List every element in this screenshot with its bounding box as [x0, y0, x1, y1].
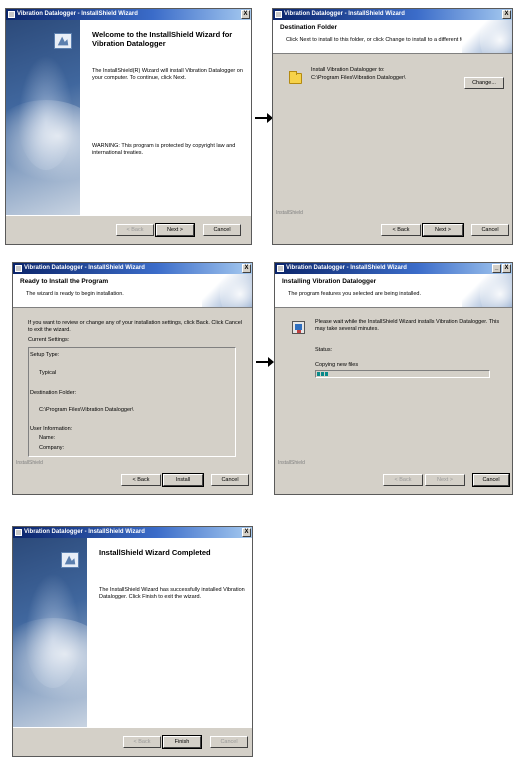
- close-button[interactable]: X: [502, 10, 511, 19]
- folder-icon: [289, 71, 302, 84]
- setup-type-value: Typical: [39, 370, 57, 376]
- button-bar: < Back Install Cancel: [13, 466, 252, 494]
- installer-app-icon: [15, 529, 22, 536]
- company-label: Company:: [39, 445, 65, 451]
- installing-dialog: Vibration Datalogger - InstallShield Wiz…: [274, 262, 513, 495]
- copyright-warning: WARNING: This program is protected by co…: [92, 143, 236, 156]
- back-button[interactable]: < Back: [116, 224, 154, 236]
- header-banner-image: [462, 274, 512, 307]
- installer-app-icon: [275, 11, 282, 18]
- completed-body: The InstallShield Wizard has successfull…: [99, 587, 245, 600]
- ready-body: If you want to review or change any of y…: [28, 320, 242, 333]
- title-bar[interactable]: Vibration Datalogger - InstallShield Wiz…: [13, 527, 252, 538]
- install-path: C:\Program Files\Vibration Datalogger\: [311, 75, 406, 81]
- settings-summary: Setup Type: Typical Destination Folder: …: [28, 347, 236, 457]
- next-button[interactable]: Next >: [155, 223, 195, 237]
- installer-app-icon: [15, 265, 22, 272]
- installing-body: Please wait while the InstallShield Wiza…: [315, 319, 500, 332]
- progress-segment: [317, 372, 320, 376]
- name-label: Name:: [39, 435, 56, 441]
- header-subtitle: Click Next to install to this folder, or…: [286, 37, 475, 43]
- title-bar[interactable]: Vibration Datalogger - InstallShield Wiz…: [6, 9, 251, 20]
- status-value: Copying new files: [315, 362, 359, 368]
- installer-computer-icon: [292, 321, 305, 334]
- close-button[interactable]: X: [242, 528, 251, 537]
- button-bar: < Back Next > Cancel: [6, 215, 251, 244]
- installshield-logo-icon: [61, 552, 79, 568]
- welcome-dialog: Vibration Datalogger - InstallShield Wiz…: [5, 8, 252, 245]
- cancel-button[interactable]: Cancel: [471, 224, 509, 236]
- ready-to-install-dialog: Vibration Datalogger - InstallShield Wiz…: [12, 262, 253, 495]
- flow-arrow-icon: [255, 113, 273, 123]
- title-bar[interactable]: Vibration Datalogger - InstallShield Wiz…: [13, 263, 252, 274]
- title-bar[interactable]: Vibration Datalogger - InstallShield Wiz…: [275, 263, 512, 274]
- flow-arrow-icon: [256, 357, 274, 367]
- user-information-label: User Information:: [30, 426, 73, 432]
- header-subtitle: The program features you selected are be…: [288, 291, 421, 297]
- button-bar: < Back Next > Cancel: [273, 216, 512, 244]
- header-title: Destination Folder: [280, 24, 338, 31]
- button-bar: < Back Finish Cancel: [13, 727, 252, 756]
- close-button[interactable]: X: [242, 264, 251, 273]
- welcome-title: Welcome to the InstallShield Wizard for …: [92, 30, 233, 48]
- install-progress-bar: [315, 370, 490, 378]
- header-subtitle: The wizard is ready to begin installatio…: [26, 291, 124, 297]
- cancel-button[interactable]: Cancel: [203, 224, 241, 236]
- content-panel: Welcome to the InstallShield Wizard for …: [54, 20, 251, 216]
- header-title: Ready to Install the Program: [20, 278, 109, 285]
- minimize-button[interactable]: _: [492, 264, 501, 273]
- header-banner-image: [202, 274, 252, 307]
- destination-folder-label: Destination Folder:: [30, 390, 77, 396]
- cancel-button[interactable]: Cancel: [211, 474, 249, 486]
- finish-button[interactable]: Finish: [162, 735, 202, 749]
- next-button[interactable]: Next >: [422, 223, 464, 237]
- back-button[interactable]: < Back: [381, 224, 421, 236]
- back-button[interactable]: < Back: [121, 474, 161, 486]
- window-title: Vibration Datalogger - InstallShield Wiz…: [24, 265, 145, 271]
- close-button[interactable]: X: [502, 264, 511, 273]
- welcome-body: The InstallShield(R) Wizard will install…: [92, 68, 243, 81]
- status-label: Status:: [315, 347, 333, 353]
- destination-folder-value: C:\Program Files\Vibration Datalogger\: [39, 407, 134, 413]
- window-title: Vibration Datalogger - InstallShield Wiz…: [286, 265, 407, 271]
- header-banner-image: [462, 20, 512, 53]
- destination-folder-dialog: Vibration Datalogger - InstallShield Wiz…: [272, 8, 513, 245]
- installer-app-icon: [8, 11, 15, 18]
- installer-app-icon: [277, 265, 284, 272]
- side-banner-image: [6, 20, 80, 216]
- close-button[interactable]: X: [241, 10, 250, 19]
- change-folder-button[interactable]: Change...: [464, 77, 504, 89]
- setup-type-label: Setup Type:: [30, 352, 60, 358]
- content-panel: InstallShield Wizard Completed The Insta…: [61, 538, 252, 728]
- install-button[interactable]: Install: [162, 473, 204, 487]
- title-bar[interactable]: Vibration Datalogger - InstallShield Wiz…: [273, 9, 512, 20]
- installshield-logo-icon: [54, 33, 72, 49]
- cancel-button[interactable]: Cancel: [472, 473, 510, 487]
- header-title: Installing Vibration Datalogger: [282, 278, 377, 285]
- window-title: Vibration Datalogger - InstallShield Wiz…: [17, 11, 138, 17]
- progress-segment: [321, 372, 324, 376]
- current-settings-label: Current Settings:: [28, 337, 70, 343]
- button-bar: < Back Next > Cancel: [275, 466, 512, 494]
- dialog-header: Installing Vibration Datalogger The prog…: [275, 274, 512, 308]
- dialog-header: Destination Folder Click Next to install…: [273, 20, 512, 54]
- next-button[interactable]: Next >: [425, 474, 465, 486]
- completed-title: InstallShield Wizard Completed: [99, 548, 211, 557]
- install-to-label: Install Vibration Datalogger to:: [311, 67, 385, 73]
- progress-fill: [317, 372, 328, 376]
- back-button[interactable]: < Back: [383, 474, 423, 486]
- progress-segment: [325, 372, 328, 376]
- back-button[interactable]: < Back: [123, 736, 161, 748]
- cancel-button[interactable]: Cancel: [210, 736, 248, 748]
- window-title: Vibration Datalogger - InstallShield Wiz…: [24, 529, 145, 535]
- completed-dialog: Vibration Datalogger - InstallShield Wiz…: [12, 526, 253, 757]
- window-title: Vibration Datalogger - InstallShield Wiz…: [284, 11, 405, 17]
- dialog-header: Ready to Install the Program The wizard …: [13, 274, 252, 308]
